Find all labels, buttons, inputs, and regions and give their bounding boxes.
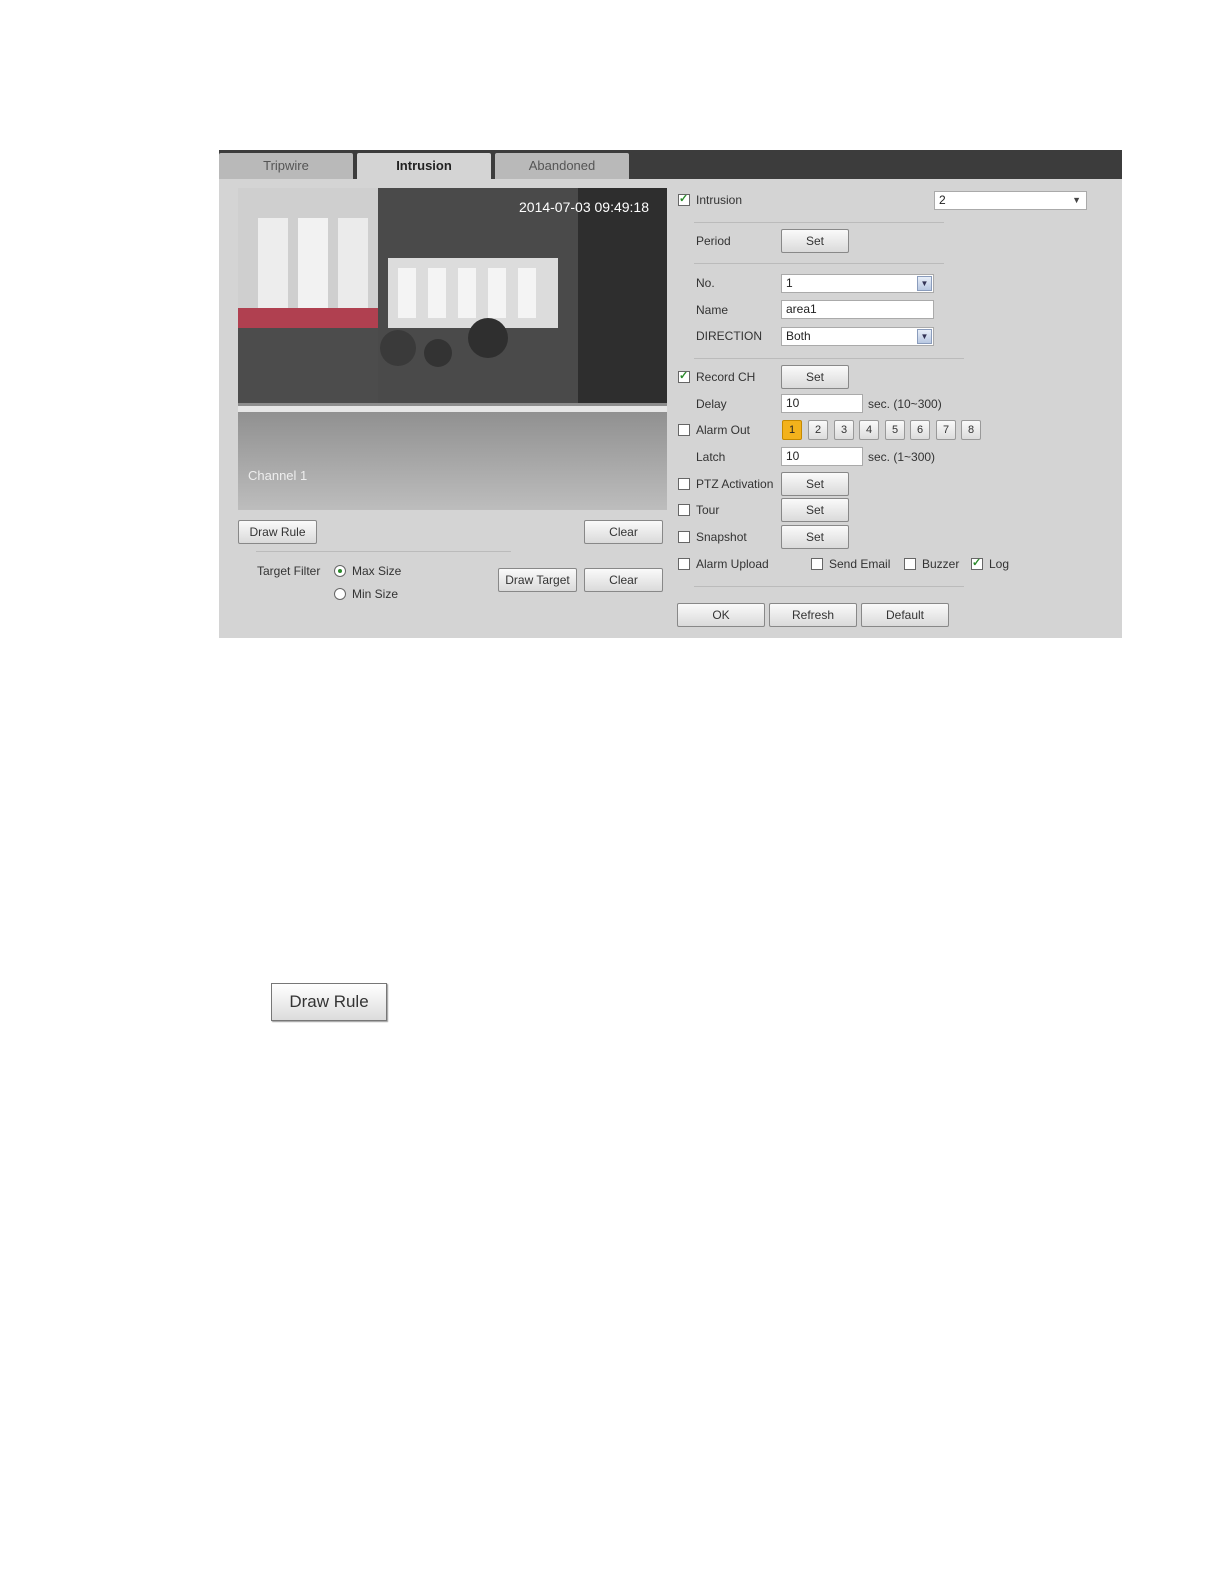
min-size-radio[interactable] (334, 588, 346, 600)
period-label: Period (696, 234, 731, 248)
chevron-down-icon: ▼ (917, 329, 932, 344)
record-ch-checkbox[interactable] (678, 369, 690, 383)
latch-input[interactable]: 10 (781, 447, 863, 466)
chevron-down-icon: ▼ (917, 276, 932, 291)
no-label: No. (696, 276, 715, 290)
divider (694, 263, 944, 264)
max-size-label: Max Size (352, 564, 402, 578)
intrusion-label: Intrusion (696, 193, 743, 207)
record-ch-label: Record CH (696, 370, 756, 384)
direction-select[interactable]: Both ▼ (781, 327, 934, 346)
clear-target-button[interactable]: Clear (584, 568, 663, 592)
ok-button[interactable]: OK (677, 603, 765, 627)
target-filter-label: Target Filter (257, 564, 321, 578)
buzzer-label: Buzzer (922, 557, 960, 571)
period-set-button[interactable]: Set (781, 229, 849, 253)
record-ch-set-button[interactable]: Set (781, 365, 849, 389)
alarm-out-channel-6[interactable]: 6 (910, 420, 930, 440)
alarm-out-channel-1[interactable]: 1 (782, 420, 802, 440)
name-input[interactable]: area1 (781, 300, 934, 319)
divider (694, 222, 944, 223)
chevron-down-icon: ▼ (1072, 195, 1081, 205)
ptz-set-button[interactable]: Set (781, 472, 849, 496)
alarm-upload-label: Alarm Upload (696, 557, 769, 571)
send-email-label: Send Email (829, 557, 891, 571)
max-size-radio[interactable] (334, 565, 346, 577)
tab-abandoned[interactable]: Abandoned (495, 153, 629, 179)
alarm-out-channel-7[interactable]: 7 (936, 420, 956, 440)
alarm-out-channel-5[interactable]: 5 (885, 420, 905, 440)
tab-tripwire[interactable]: Tripwire (219, 153, 353, 179)
default-button[interactable]: Default (861, 603, 949, 627)
ptz-activation-label: PTZ Activation (696, 477, 774, 491)
channel-select-value: 2 (939, 193, 946, 207)
delay-label: Delay (696, 397, 727, 411)
delay-hint: sec. (10~300) (868, 397, 942, 411)
tab-intrusion[interactable]: Intrusion (357, 153, 491, 179)
tour-checkbox[interactable] (678, 504, 690, 516)
alarm-out-channel-2[interactable]: 2 (808, 420, 828, 440)
log-label: Log (989, 557, 1010, 571)
divider (694, 358, 964, 359)
send-email-checkbox[interactable] (811, 558, 823, 570)
draw-rule-button[interactable]: Draw Rule (238, 520, 317, 544)
draw-target-button[interactable]: Draw Target (498, 568, 577, 592)
alarm-out-channel-3[interactable]: 3 (834, 420, 854, 440)
intrusion-checkbox[interactable] (678, 192, 690, 206)
direction-label: DIRECTION (696, 329, 762, 343)
latch-hint: sec. (1~300) (868, 450, 936, 464)
no-select-value: 1 (786, 276, 793, 290)
alarm-out-channel-4[interactable]: 4 (859, 420, 879, 440)
intrusion-config-panel: Tripwire Intrusion Abandoned 2014-07-03 … (219, 150, 1122, 638)
direction-select-value: Both (786, 329, 811, 343)
clear-rule-button[interactable]: Clear (584, 520, 663, 544)
video-timestamp: 2014-07-03 09:49:18 (519, 199, 649, 215)
alarm-out-checkbox[interactable] (678, 424, 690, 436)
log-checkbox[interactable] (971, 556, 983, 570)
no-select[interactable]: 1 ▼ (781, 274, 934, 293)
alarm-out-label: Alarm Out (696, 423, 751, 437)
latch-label: Latch (696, 450, 726, 464)
name-label: Name (696, 303, 729, 317)
ptz-activation-checkbox[interactable] (678, 478, 690, 490)
snapshot-checkbox[interactable] (678, 531, 690, 543)
buzzer-checkbox[interactable] (904, 558, 916, 570)
tour-label: Tour (696, 503, 720, 517)
tab-bar: Tripwire Intrusion Abandoned (219, 150, 1122, 179)
snapshot-set-button[interactable]: Set (781, 525, 849, 549)
snapshot-label: Snapshot (696, 530, 747, 544)
video-preview[interactable]: 2014-07-03 09:49:18 Channel 1 (238, 188, 667, 510)
divider (256, 551, 511, 552)
alarm-upload-checkbox[interactable] (678, 558, 690, 570)
tour-set-button[interactable]: Set (781, 498, 849, 522)
min-size-label: Min Size (352, 587, 399, 601)
video-channel-label: Channel 1 (248, 468, 308, 483)
divider (694, 586, 964, 587)
office-scene-image (238, 188, 667, 510)
refresh-button[interactable]: Refresh (769, 603, 857, 627)
channel-select[interactable]: 2 ▼ (934, 191, 1087, 210)
delay-input[interactable]: 10 (781, 394, 863, 413)
alarm-out-channel-8[interactable]: 8 (961, 420, 981, 440)
draw-rule-button-large[interactable]: Draw Rule (271, 983, 387, 1021)
